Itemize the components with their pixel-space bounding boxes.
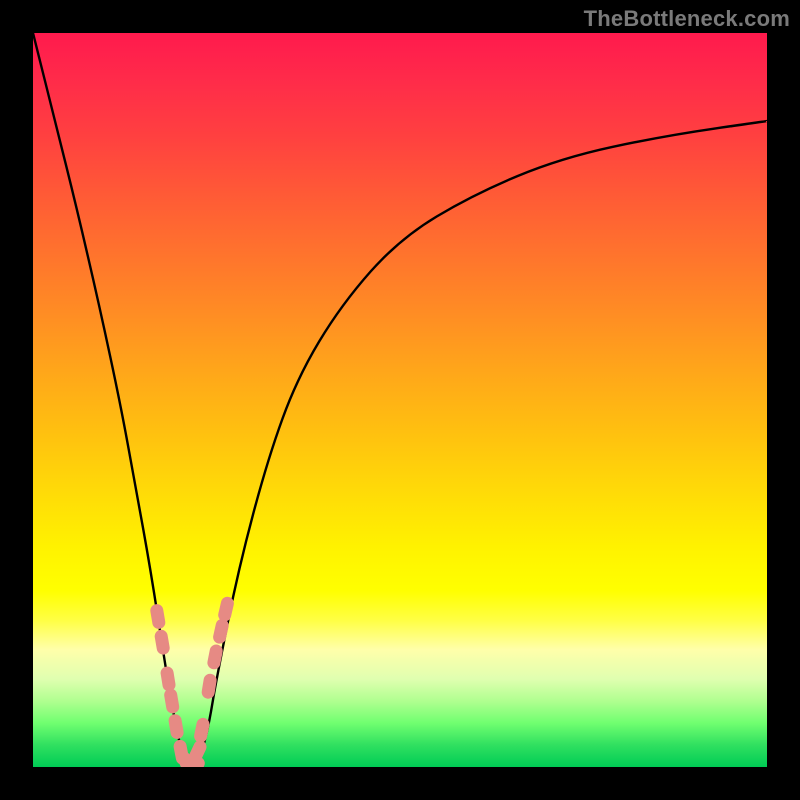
chart-frame: TheBottleneck.com xyxy=(0,0,800,800)
marker xyxy=(195,747,200,758)
marker xyxy=(225,603,228,615)
curve-path xyxy=(33,33,767,767)
watermark-text: TheBottleneck.com xyxy=(584,6,790,32)
plot-area xyxy=(33,33,767,767)
marker xyxy=(208,680,210,692)
marker xyxy=(220,625,223,637)
marker xyxy=(171,695,173,707)
marker xyxy=(157,611,159,623)
bottleneck-curve xyxy=(33,33,767,767)
marker xyxy=(167,673,169,685)
marker xyxy=(214,651,216,663)
chart-svg xyxy=(33,33,767,767)
marker xyxy=(161,636,163,648)
marker xyxy=(201,724,203,736)
marker xyxy=(175,721,177,733)
